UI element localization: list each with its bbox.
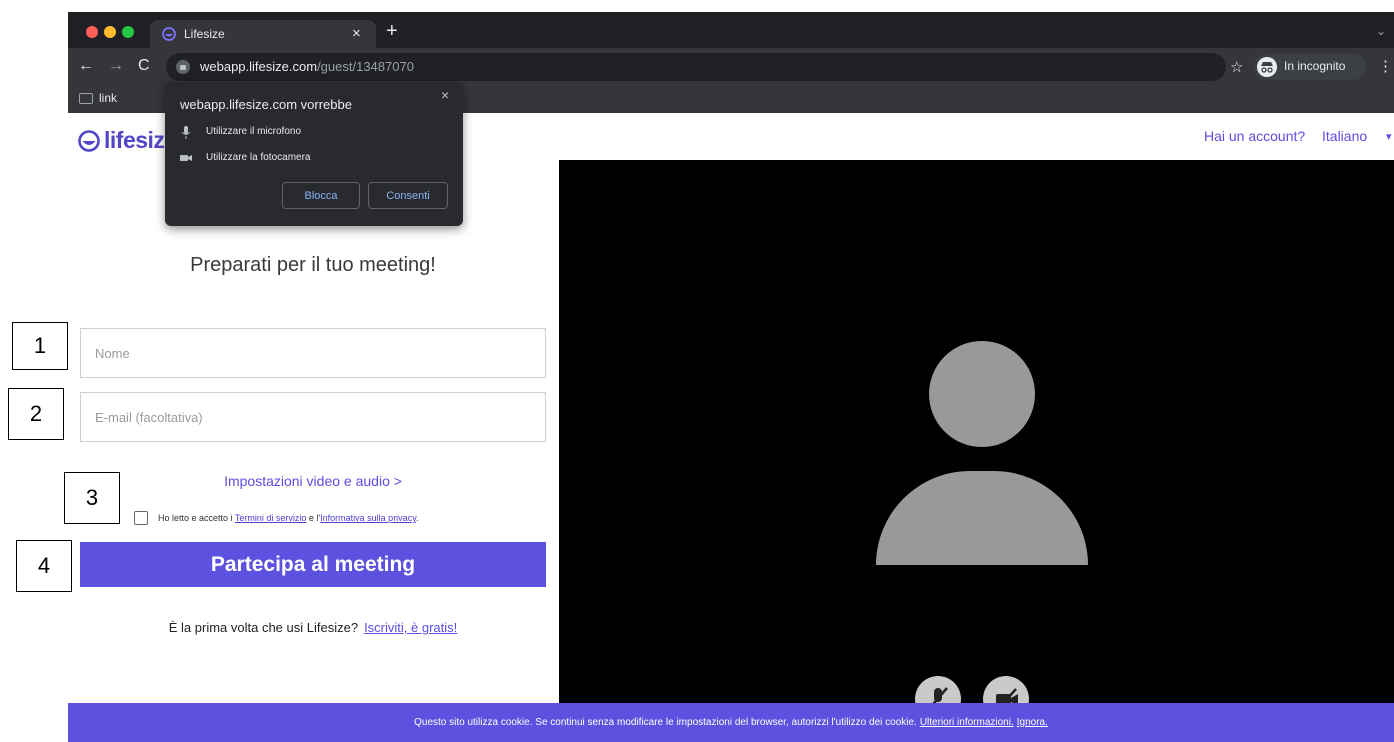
annotation-1: 1: [12, 322, 68, 370]
email-input[interactable]: [80, 392, 546, 442]
signup-link[interactable]: Iscriviti, è gratis!: [364, 620, 457, 635]
forward-button[interactable]: →: [108, 57, 124, 75]
back-button[interactable]: ←: [78, 57, 94, 75]
cookie-banner: Questo sito utilizza cookie. Se continui…: [68, 703, 1394, 742]
first-time-text: È la prima volta che usi Lifesize?: [168, 620, 359, 635]
incognito-icon: [1257, 57, 1277, 77]
permission-microphone-label: Utilizzare il microfono: [206, 126, 302, 137]
tab-close-icon[interactable]: ×: [352, 25, 361, 42]
permission-camera-label: Utilizzare la fotocamera: [206, 152, 311, 163]
window-zoom-button[interactable]: [122, 26, 134, 38]
incognito-badge[interactable]: In incognito: [1254, 54, 1366, 80]
microphone-icon: [181, 126, 191, 139]
account-link[interactable]: Hai un account?: [1204, 128, 1305, 144]
block-button[interactable]: Blocca: [282, 182, 360, 209]
tab-search-icon[interactable]: ⌄: [1376, 24, 1386, 38]
cookie-message: Questo sito utilizza cookie. Se continui…: [414, 717, 917, 728]
browser-menu-icon[interactable]: ⋮: [1378, 57, 1393, 75]
allow-button[interactable]: Consenti: [368, 182, 448, 209]
page-title: Preparati per il tuo meeting!: [190, 254, 436, 276]
screenshot-root: Lifesize × + ⌄ ← → C webapp.lifesize.com…: [0, 0, 1394, 742]
cookie-ignore-link[interactable]: Ignora.: [1017, 717, 1048, 728]
address-url: webapp.lifesize.com/guest/13487070: [200, 59, 414, 74]
camera-icon: [180, 155, 192, 161]
tab-strip: Lifesize × + ⌄: [68, 12, 1394, 48]
annotation-3: 3: [64, 472, 120, 524]
permission-popup: webapp.lifesize.com vorrebbe × Utilizzar…: [165, 82, 463, 226]
folder-icon[interactable]: [79, 93, 93, 104]
url-host: webapp.lifesize.com: [200, 59, 318, 74]
tab-lifesize[interactable]: Lifesize ×: [150, 20, 376, 48]
permission-title: webapp.lifesize.com vorrebbe: [180, 97, 352, 112]
url-path: /guest/13487070: [317, 59, 414, 74]
terms-checkbox[interactable]: [134, 511, 148, 525]
chevron-down-icon[interactable]: ▾: [1386, 130, 1392, 143]
window-close-button[interactable]: [86, 26, 98, 38]
video-preview: [559, 160, 1394, 742]
consent-middle: e l': [306, 513, 321, 523]
lifesize-logo[interactable]: lifesize: [78, 126, 177, 156]
first-time-prompt: È la prima volta che usi Lifesize? Iscriv…: [80, 620, 546, 635]
lifesize-logo-icon: [78, 130, 100, 152]
avatar-body: [876, 471, 1088, 565]
avatar-head: [929, 341, 1035, 447]
cookie-text: Questo sito utilizza cookie. Se continui…: [68, 717, 1394, 728]
incognito-label: In incognito: [1284, 59, 1346, 73]
consent-suffix: .: [416, 513, 419, 523]
tab-title: Lifesize: [184, 27, 225, 41]
lifesize-favicon-icon: [162, 27, 176, 41]
reload-button[interactable]: C: [138, 57, 150, 75]
annotation-2: 2: [8, 388, 64, 440]
annotation-4: 4: [16, 540, 72, 592]
terms-link[interactable]: Termini di servizio: [235, 513, 307, 523]
consent-prefix: Ho letto e accetto i: [158, 513, 235, 523]
join-meeting-button[interactable]: Partecipa al meeting: [80, 542, 546, 587]
browser-toolbar: ← → C webapp.lifesize.com/guest/13487070…: [68, 48, 1394, 86]
new-tab-button[interactable]: +: [386, 20, 398, 43]
bookmark-item-link[interactable]: link: [99, 91, 117, 105]
language-selector[interactable]: Italiano: [1322, 128, 1367, 144]
address-bar[interactable]: webapp.lifesize.com/guest/13487070: [166, 53, 1226, 81]
bookmark-star-icon[interactable]: ☆: [1230, 58, 1243, 76]
cookie-more-info-link[interactable]: Ulteriori informazioni.: [920, 717, 1014, 728]
window-minimize-button[interactable]: [104, 26, 116, 38]
privacy-link[interactable]: Informativa sulla privacy: [320, 513, 416, 523]
consent-text: Ho letto e accetto i Termini di servizio…: [158, 513, 419, 523]
close-icon[interactable]: ×: [441, 87, 449, 103]
video-audio-settings-link[interactable]: Impostazioni video e audio >: [80, 473, 546, 489]
name-input[interactable]: [80, 328, 546, 378]
lock-icon[interactable]: [176, 60, 190, 74]
terms-consent: Ho letto e accetto i Termini di servizio…: [134, 510, 534, 526]
